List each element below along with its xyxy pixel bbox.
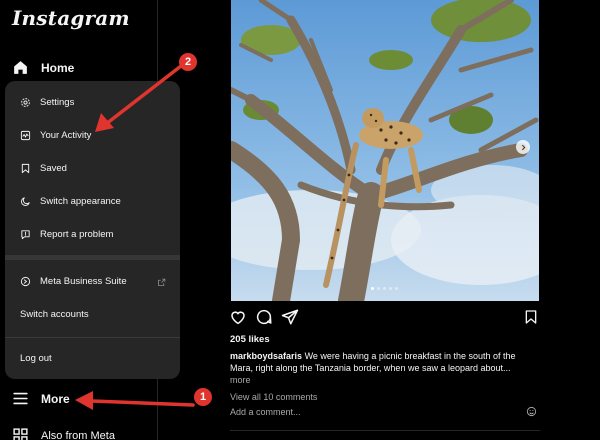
instagram-logo[interactable]: Instagram — [12, 6, 130, 30]
menu-item-switch-appearance-label: Switch appearance — [40, 196, 121, 207]
meta-business-icon — [20, 276, 31, 287]
menu-item-report-problem-label: Report a problem — [40, 229, 114, 240]
nav-home-label: Home — [41, 60, 75, 75]
nav-also-from-meta-label: Also from Meta — [41, 429, 115, 440]
menu-item-log-out-label: Log out — [20, 353, 52, 364]
menu-item-meta-business-suite-label: Meta Business Suite — [40, 276, 127, 287]
menu-item-switch-appearance[interactable]: Switch appearance — [20, 196, 121, 207]
leopard-in-tree-image — [231, 0, 539, 301]
bookmark-save-icon[interactable] — [523, 308, 539, 326]
share-icon[interactable] — [281, 308, 299, 326]
activity-icon — [20, 130, 31, 141]
annotation-badge-1: 1 — [194, 388, 212, 406]
carousel-dots — [371, 287, 398, 290]
menu-divider — [5, 255, 180, 260]
bookmark-icon — [21, 163, 30, 174]
menu-item-settings-label: Settings — [40, 97, 75, 108]
report-icon — [21, 230, 30, 240]
external-link-icon — [158, 278, 166, 286]
caption-more-link[interactable]: more — [230, 375, 251, 385]
add-comment-input[interactable]: Add a comment... — [230, 407, 301, 417]
menu-item-switch-accounts-label: Switch accounts — [20, 309, 89, 320]
emoji-icon[interactable] — [526, 406, 537, 417]
menu-item-report-problem[interactable]: Report a problem — [20, 229, 113, 240]
more-menu: Settings Your Activity Saved Switch appe… — [5, 81, 180, 379]
menu-item-saved[interactable]: Saved — [20, 163, 67, 174]
caption-username[interactable]: markboydsafaris — [230, 351, 302, 361]
comment-icon[interactable] — [255, 308, 273, 326]
carousel-dot — [383, 287, 386, 290]
nav-also-from-meta[interactable]: Also from Meta — [12, 427, 115, 440]
post-photo[interactable] — [231, 0, 539, 301]
post-actions — [229, 308, 540, 328]
menu-item-saved-label: Saved — [40, 163, 67, 174]
menu-item-log-out[interactable]: Log out — [20, 353, 52, 364]
annotation-badge-2: 2 — [179, 53, 197, 71]
post-caption: markboydsafaris We were having a picnic … — [230, 350, 540, 374]
nav-more-label: More — [41, 391, 70, 406]
carousel-dot-active — [371, 287, 374, 290]
likes-count[interactable]: 205 likes — [230, 334, 270, 345]
menu-item-your-activity[interactable]: Your Activity — [20, 130, 91, 141]
nav-home[interactable]: Home — [12, 59, 74, 76]
menu-item-switch-accounts[interactable]: Switch accounts — [20, 309, 89, 320]
carousel-dot — [389, 287, 392, 290]
grid-icon — [13, 428, 28, 440]
carousel-dot — [377, 287, 380, 290]
carousel-next-button[interactable] — [516, 140, 530, 154]
view-all-comments-link[interactable]: View all 10 comments — [230, 392, 317, 402]
menu-divider-thin — [5, 337, 180, 338]
chevron-right-icon — [521, 144, 525, 150]
menu-item-meta-business-suite[interactable]: Meta Business Suite — [20, 276, 127, 287]
hamburger-menu-icon — [13, 392, 28, 405]
carousel-dot — [395, 287, 398, 290]
post-divider — [230, 430, 540, 431]
gear-icon — [21, 98, 30, 107]
heart-icon[interactable] — [229, 308, 247, 326]
nav-more[interactable]: More — [12, 390, 70, 407]
home-icon — [14, 61, 27, 74]
menu-item-your-activity-label: Your Activity — [40, 130, 92, 141]
moon-icon — [21, 197, 30, 206]
menu-item-settings[interactable]: Settings — [20, 97, 74, 108]
